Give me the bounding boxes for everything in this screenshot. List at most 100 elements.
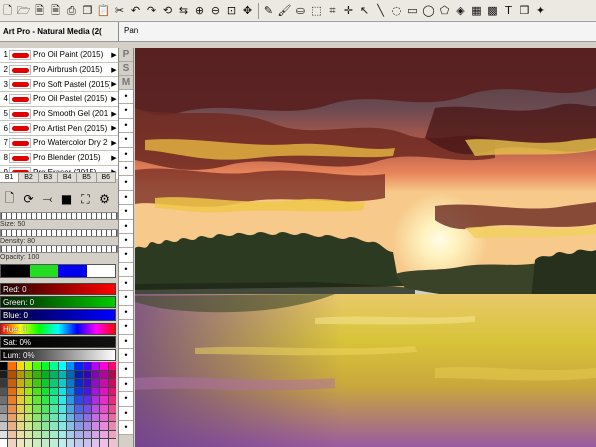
rectangle-select-icon[interactable]: ⬚ (310, 3, 323, 18)
palette-cell[interactable] (41, 422, 50, 430)
palette-cell[interactable] (58, 422, 66, 430)
color-swatch[interactable] (29, 265, 58, 277)
palette-cell[interactable] (0, 387, 8, 396)
palette-cell[interactable] (83, 396, 91, 404)
brush-flyout-arrow-icon[interactable]: ▶ (110, 110, 118, 118)
palette-cell[interactable] (50, 422, 58, 430)
undo-icon[interactable]: ↶ (129, 3, 142, 18)
palette-cell[interactable] (83, 379, 91, 387)
palette-cell[interactable] (25, 387, 33, 396)
strip-slot[interactable]: • (119, 161, 133, 177)
dropper-brush-icon[interactable]: ⤙ (38, 192, 57, 207)
strip-slot[interactable]: • (119, 133, 133, 148)
palette-cell[interactable] (108, 430, 116, 439)
brush-bank-tab[interactable]: B4 (57, 172, 78, 183)
palette-cell[interactable] (0, 362, 8, 370)
palette-cell[interactable] (75, 396, 83, 404)
brush-bank-tab[interactable]: B5 (77, 172, 97, 183)
palette-cell[interactable] (33, 430, 41, 439)
palette-cell[interactable] (100, 404, 108, 413)
saturation-channel-bar[interactable]: Sat: 0% (0, 336, 116, 348)
palette-cell[interactable] (41, 362, 50, 370)
palette-cell[interactable] (50, 439, 58, 447)
cut-icon[interactable]: ✂ (113, 3, 126, 18)
palette-cell[interactable] (8, 413, 16, 422)
strip-slot[interactable]: • (119, 349, 133, 364)
palette-cell[interactable] (108, 422, 116, 430)
strip-slot[interactable]: • (119, 320, 133, 335)
palette-cell[interactable] (66, 404, 75, 413)
polygon-icon[interactable]: ⬠ (438, 3, 451, 18)
palette-cell[interactable] (33, 387, 41, 396)
palette-cell[interactable] (108, 379, 116, 387)
brush-item[interactable]: 6 Pro Artist Pen (2015) ▶ (0, 121, 118, 137)
palette-cell[interactable] (58, 439, 66, 447)
palette-cell[interactable] (33, 439, 41, 447)
palette-cell[interactable] (16, 379, 25, 387)
save-as-icon[interactable]: 🗎 (49, 3, 62, 18)
palette-cell[interactable] (75, 439, 83, 447)
palette-cell[interactable] (91, 370, 100, 379)
zoom-in-icon[interactable]: ⊕ (193, 3, 206, 18)
save-file-icon[interactable]: 🗎 (33, 3, 46, 18)
new-file-icon[interactable]: 🗋 (1, 3, 14, 18)
palette-cell[interactable] (58, 387, 66, 396)
redo-icon[interactable]: ↷ (145, 3, 158, 18)
palette-cell[interactable] (91, 379, 100, 387)
strip-slot[interactable]: • (119, 248, 133, 263)
mode-button[interactable]: M (119, 76, 133, 90)
palette-cell[interactable] (108, 370, 116, 379)
palette-cell[interactable] (58, 396, 66, 404)
palette-cell[interactable] (25, 439, 33, 447)
hue-channel-bar[interactable]: Hue: 0 (0, 323, 116, 335)
palette-cell[interactable] (75, 387, 83, 396)
palette-cell[interactable] (25, 362, 33, 370)
opacity-slider[interactable]: Opacity: 100 (0, 245, 118, 262)
reload-brush-icon[interactable]: ⟳ (19, 192, 38, 206)
palette-cell[interactable] (83, 413, 91, 422)
strip-slot[interactable]: • (119, 118, 133, 134)
palette-cell[interactable] (33, 404, 41, 413)
palette-cell[interactable] (25, 413, 33, 422)
ellipse-icon[interactable]: ◯ (422, 3, 435, 18)
palette-cell[interactable] (0, 430, 8, 439)
palette-cell[interactable] (41, 379, 50, 387)
palette-cell[interactable] (41, 430, 50, 439)
palette-cell[interactable] (100, 387, 108, 396)
palette-cell[interactable] (41, 439, 50, 447)
strip-slot[interactable]: • (119, 305, 133, 321)
brush-settings-icon[interactable]: ⚙ (95, 192, 114, 206)
palette-cell[interactable] (58, 430, 66, 439)
brush-flyout-arrow-icon[interactable]: ▶ (110, 80, 118, 88)
text-icon[interactable]: T (502, 3, 515, 18)
crop-icon[interactable]: ⌗ (326, 3, 339, 18)
size-slider-track[interactable] (0, 212, 118, 220)
rotate-icon[interactable]: ⟲ (161, 3, 174, 18)
palette-cell[interactable] (41, 370, 50, 379)
palette-cell[interactable] (16, 387, 25, 396)
palette-cell[interactable] (41, 387, 50, 396)
palette-cell[interactable] (16, 422, 25, 430)
strip-slot[interactable]: • (119, 219, 133, 234)
strip-slot[interactable]: • (119, 277, 133, 292)
palette-cell[interactable] (66, 430, 75, 439)
palette-cell[interactable] (0, 396, 8, 404)
strip-slot[interactable]: • (119, 377, 133, 393)
palette-cell[interactable] (41, 396, 50, 404)
brush-flyout-arrow-icon[interactable]: ▶ (110, 139, 118, 147)
palette-cell[interactable] (66, 413, 75, 422)
brush-item[interactable]: 2 Pro Airbrush (2015) ▶ (0, 62, 118, 78)
opacity-slider-track[interactable] (0, 245, 118, 253)
palette-cell[interactable] (50, 387, 58, 396)
palette-cell[interactable] (50, 413, 58, 422)
lasso-icon[interactable]: ◌ (390, 3, 403, 18)
strip-slot[interactable]: • (119, 420, 133, 436)
density-slider[interactable]: Density: 80 (0, 229, 118, 246)
pattern-icon[interactable]: ▩ (486, 3, 499, 18)
strip-slot[interactable]: • (119, 205, 133, 220)
strip-slot[interactable]: • (119, 291, 133, 306)
palette-cell[interactable] (83, 439, 91, 447)
palette-cell[interactable] (50, 396, 58, 404)
strip-slot[interactable]: • (119, 176, 133, 191)
palette-cell[interactable] (100, 413, 108, 422)
